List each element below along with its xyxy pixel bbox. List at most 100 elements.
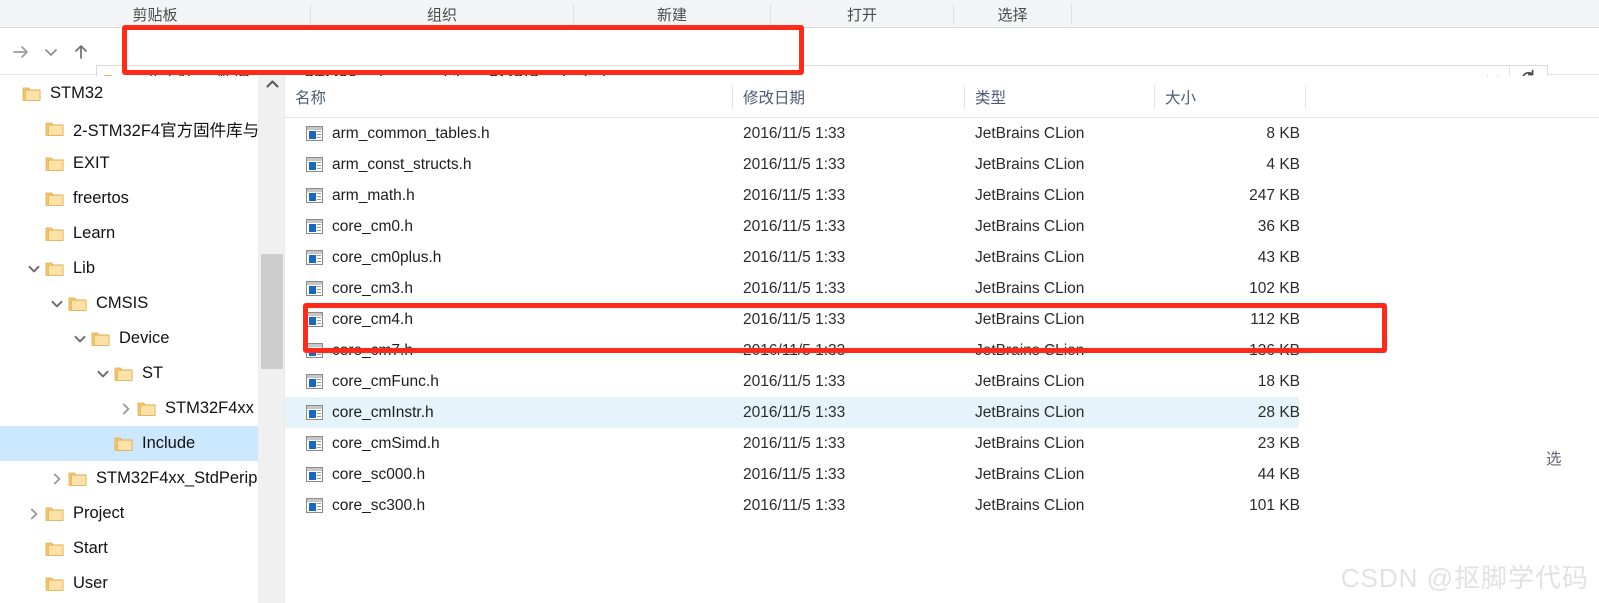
tree-item-start[interactable]: Start [0, 531, 258, 566]
file-name-cell: arm_const_structs.h [306, 156, 472, 174]
file-size-cell: 8 KB [1266, 124, 1300, 142]
up-button[interactable] [66, 37, 96, 67]
folder-icon [22, 86, 41, 102]
column-header-name[interactable]: 名称 [285, 76, 733, 118]
folder-icon [137, 401, 156, 417]
file-name-cell: arm_common_tables.h [306, 125, 490, 143]
tree-item-freertos[interactable]: freertos [0, 181, 258, 216]
header-file-icon [306, 374, 323, 389]
chevron-down-icon[interactable] [69, 321, 91, 356]
chevron-down-icon[interactable] [46, 286, 68, 321]
chevron-right-icon[interactable] [115, 391, 137, 426]
folder-tree-pane[interactable]: STM32 2-STM32F4官方固件库与手 EXIT freertos Learn Li… [0, 76, 258, 603]
ribbon-group-clipboard[interactable]: 剪贴板 [0, 0, 310, 28]
tree-item-include[interactable]: Include [0, 426, 258, 461]
file-row[interactable]: core_cm0.h 2016/11/5 1:33 JetBrains CLion 3… [285, 211, 1599, 242]
ribbon-group-open[interactable]: 打开 [771, 0, 953, 28]
tree-item-device[interactable]: Device [0, 321, 258, 356]
column-header-date-modified[interactable]: 修改日期 [733, 76, 965, 118]
tree-item-label: STM32F4xx [165, 399, 254, 417]
chevron-down-icon[interactable] [23, 251, 45, 286]
file-date-cell: 2016/11/5 1:33 [743, 217, 846, 235]
file-row[interactable]: core_cm3.h 2016/11/5 1:33 JetBrains CLion 1… [285, 273, 1599, 304]
tree-vertical-scrollbar[interactable] [258, 76, 284, 603]
file-date-cell: 2016/11/5 1:33 [743, 403, 846, 421]
chevron-right-icon[interactable] [23, 496, 45, 531]
file-name-cell: core_cmSimd.h [306, 435, 440, 453]
tree-item-project[interactable]: Project [0, 496, 258, 531]
tree-item-stm32f4xx-stdperiph[interactable]: STM32F4xx_StdPeriph_ [0, 461, 258, 496]
scroll-up-button[interactable] [259, 76, 285, 98]
folder-icon [45, 261, 64, 277]
recent-locations-button[interactable] [36, 37, 66, 67]
tree-item-stm32[interactable]: STM32 [0, 76, 258, 111]
column-header-type-label: 类型 [975, 90, 1007, 107]
column-divider[interactable] [1154, 85, 1155, 109]
file-row[interactable]: core_cm0plus.h 2016/11/5 1:33 JetBrains CL… [285, 242, 1599, 273]
file-row[interactable]: arm_const_structs.h 2016/11/5 1:33 JetBrai… [285, 149, 1599, 180]
file-row[interactable]: core_cmInstr.h 2016/11/5 1:33 JetBrains CL… [285, 397, 1300, 428]
csdn-watermark: CSDN @抠脚学代码 [1341, 558, 1589, 595]
tree-item-stm32f4xx[interactable]: STM32F4xx [0, 391, 258, 426]
tree-item-exit[interactable]: EXIT [0, 146, 258, 181]
file-row[interactable]: core_cmFunc.h 2016/11/5 1:33 JetBrains CLi… [285, 366, 1599, 397]
tree-item-2-stm32f4[interactable]: 2-STM32F4官方固件库与手 [0, 111, 258, 146]
folder-icon [45, 191, 64, 207]
ribbon-separator [1071, 3, 1072, 25]
folder-icon [45, 226, 64, 242]
file-row[interactable]: core_cmSimd.h 2016/11/5 1:33 JetBrains CLi… [285, 428, 1599, 459]
file-row[interactable]: arm_math.h 2016/11/5 1:33 JetBrains CLion 2… [285, 180, 1599, 211]
tree-item-cmsis[interactable]: CMSIS [0, 286, 258, 321]
ribbon-group-select[interactable]: 选择 [954, 0, 1071, 28]
tree-item-lib[interactable]: Lib [0, 251, 258, 286]
file-type-cell: JetBrains CLion [975, 124, 1085, 142]
tree-item-label: Learn [73, 224, 116, 242]
header-file-icon [306, 281, 323, 296]
ribbon-group-new[interactable]: 新建 [574, 0, 770, 28]
file-row[interactable]: core_sc300.h 2016/11/5 1:33 JetBrains CLio… [285, 490, 1599, 521]
tree-item-learn[interactable]: Learn [0, 216, 258, 251]
file-name-cell: core_cmFunc.h [306, 373, 439, 391]
file-name-label: arm_math.h [332, 186, 415, 204]
folder-icon [68, 296, 87, 312]
folder-icon [45, 121, 64, 137]
file-name-label: core_sc300.h [332, 496, 426, 514]
chevron-down-icon[interactable] [92, 356, 114, 391]
file-explorer-window: 剪贴板 组织 新建 打开 选择 STM32 2-STM32F4官方固件库与手 E… [0, 0, 1599, 603]
column-header-size-label: 大小 [1165, 90, 1197, 107]
forward-button[interactable] [6, 37, 36, 67]
column-divider[interactable] [1305, 85, 1306, 109]
file-type-cell: JetBrains CLion [975, 434, 1085, 452]
ribbon-group-organize[interactable]: 组织 [311, 0, 573, 28]
tree-item-st[interactable]: ST [0, 356, 258, 391]
file-size-cell: 112 KB [1250, 310, 1300, 328]
column-header-size[interactable]: 大小 [1155, 76, 1305, 118]
header-file-icon [306, 405, 323, 420]
file-name-cell: core_sc000.h [306, 466, 425, 484]
chevron-right-icon[interactable] [46, 461, 68, 496]
file-name-cell: core_cm0plus.h [306, 249, 441, 267]
column-divider[interactable] [964, 85, 965, 109]
tree-item-label: Include [142, 434, 196, 452]
column-header-type[interactable]: 类型 [965, 76, 1155, 118]
tree-item-label: STM32F4xx_StdPeriph_ [96, 469, 258, 487]
header-file-icon [306, 188, 323, 203]
file-date-cell: 2016/11/5 1:33 [743, 279, 846, 297]
file-row[interactable]: core_cm4.h 2016/11/5 1:33 JetBrains CLion 1… [285, 304, 1599, 335]
file-name-label: core_cm7.h [332, 341, 413, 359]
file-name-cell: core_sc300.h [306, 497, 425, 515]
file-row[interactable]: core_cm7.h 2016/11/5 1:33 JetBrains CLion 1… [285, 335, 1599, 366]
column-divider[interactable] [732, 85, 733, 109]
tree-item-label: 2-STM32F4官方固件库与手 [73, 121, 258, 140]
folder-icon [114, 366, 133, 382]
folder-icon [114, 436, 133, 452]
folder-icon [91, 331, 110, 347]
file-row[interactable]: arm_common_tables.h 2016/11/5 1:33 JetBrai… [285, 118, 1599, 149]
tree-item-label: STM32 [50, 84, 104, 102]
tree-item-user[interactable]: User [0, 566, 258, 601]
file-name-cell: core_cmInstr.h [306, 404, 434, 422]
scrollbar-thumb[interactable] [261, 254, 283, 369]
file-row[interactable]: core_sc000.h 2016/11/5 1:33 JetBrains CLio… [285, 459, 1599, 490]
file-type-cell: JetBrains CLion [975, 248, 1085, 266]
csdn-watermark-text: CSDN @抠脚学代码 [1340, 563, 1589, 593]
